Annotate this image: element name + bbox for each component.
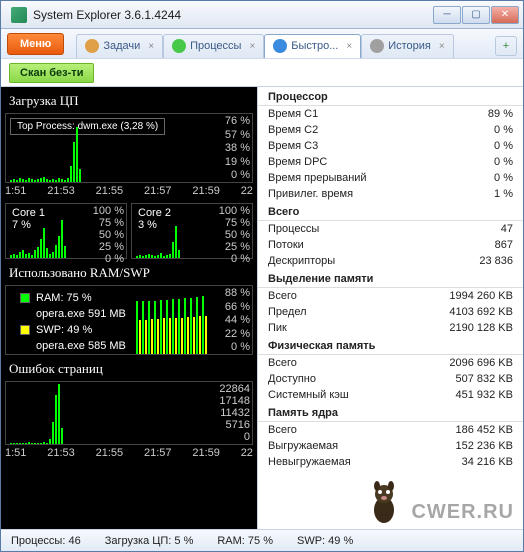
cpu-x-axis: 1:5121:5321:5521:5721:5922 <box>1 183 257 199</box>
info-row: Всего1994 260 KB <box>258 288 523 304</box>
app-icon <box>11 7 27 23</box>
tab-icon <box>273 39 287 53</box>
ram-label: RAM: 75 % <box>36 292 92 304</box>
status-swp: SWP: 49 % <box>297 535 353 547</box>
info-header: Физическая память <box>258 336 523 355</box>
tab-0[interactable]: Задачи × <box>76 34 163 58</box>
info-header: Всего <box>258 202 523 221</box>
info-header: Процессор <box>258 87 523 106</box>
tab-2[interactable]: Быстро... × <box>264 34 361 58</box>
titlebar: System Explorer 3.6.1.4244 ─ ▢ ✕ <box>1 1 523 29</box>
tab-icon <box>85 39 99 53</box>
tab-label: Процессы <box>190 40 241 52</box>
tab-1[interactable]: Процессы × <box>163 34 264 58</box>
status-ram: RAM: 75 % <box>217 535 273 547</box>
swp-label: SWP: 49 % <box>36 324 92 336</box>
info-row: Системный кэш451 932 KB <box>258 387 523 403</box>
swp-proc: opera.exe 585 MB <box>36 340 126 352</box>
ram-proc: opera.exe 591 MB <box>36 308 126 320</box>
tab-icon <box>172 39 186 53</box>
info-header: Память ядра <box>258 403 523 422</box>
tab-close-icon[interactable]: × <box>439 41 445 52</box>
menu-button[interactable]: Меню <box>7 33 64 55</box>
security-scan-button[interactable]: Скан без-ти <box>9 63 94 83</box>
info-row: Дескрипторы23 836 <box>258 253 523 269</box>
info-row: Время C30 % <box>258 138 523 154</box>
info-row: Пик2190 128 KB <box>258 320 523 336</box>
ram-swatch-icon <box>20 293 30 303</box>
swp-swatch-icon <box>20 325 30 335</box>
window-title: System Explorer 3.6.1.4244 <box>33 8 433 22</box>
pf-x-axis: 1:5121:5321:5521:5721:5922 <box>1 445 257 461</box>
tab-label: Быстро... <box>291 40 338 52</box>
info-row: Выгружаемая152 236 KB <box>258 438 523 454</box>
info-panel: ПроцессорВремя C189 %Время C20 %Время C3… <box>257 87 523 529</box>
info-header: Выделение памяти <box>258 269 523 288</box>
toolbar: Меню Задачи×Процессы×Быстро...×История× … <box>1 29 523 59</box>
tab-label: История <box>388 40 431 52</box>
info-row: Время прерываний0 % <box>258 170 523 186</box>
tab-label: Задачи <box>103 40 140 52</box>
pf-chart-title: Ошибок страниц <box>1 355 257 381</box>
minimize-button[interactable]: ─ <box>433 6 461 24</box>
sub-toolbar: Скан без-ти <box>1 59 523 87</box>
tab-3[interactable]: История × <box>361 34 454 58</box>
info-row: Невыгружаемая34 216 KB <box>258 454 523 470</box>
info-row: Всего186 452 KB <box>258 422 523 438</box>
info-row: Время DPC0 % <box>258 154 523 170</box>
tab-icon <box>370 39 384 53</box>
add-tab-button[interactable]: + <box>495 36 517 56</box>
info-row: Привилег. время1 % <box>258 186 523 202</box>
tab-close-icon[interactable]: × <box>249 41 255 52</box>
info-row: Время C189 % <box>258 106 523 122</box>
tab-close-icon[interactable]: × <box>346 41 352 52</box>
tab-strip: Задачи × Процессы × Быстро... × История × <box>76 30 491 58</box>
maximize-button[interactable]: ▢ <box>462 6 490 24</box>
info-row: Предел4103 692 KB <box>258 304 523 320</box>
charts-panel: Загрузка ЦП Top Process: dwm.exe (3,28 %… <box>1 87 257 529</box>
status-processes: Процессы: 46 <box>11 535 81 547</box>
status-bar: Процессы: 46 Загрузка ЦП: 5 % RAM: 75 % … <box>1 529 523 551</box>
status-cpu: Загрузка ЦП: 5 % <box>105 535 194 547</box>
info-row: Потоки867 <box>258 237 523 253</box>
info-row: Процессы47 <box>258 221 523 237</box>
info-row: Время C20 % <box>258 122 523 138</box>
tab-close-icon[interactable]: × <box>148 41 154 52</box>
info-row: Всего2096 696 KB <box>258 355 523 371</box>
mascot-icon <box>364 480 404 526</box>
close-button[interactable]: ✕ <box>491 6 519 24</box>
cpu-chart-title: Загрузка ЦП <box>1 87 257 113</box>
info-row: Доступно507 832 KB <box>258 371 523 387</box>
